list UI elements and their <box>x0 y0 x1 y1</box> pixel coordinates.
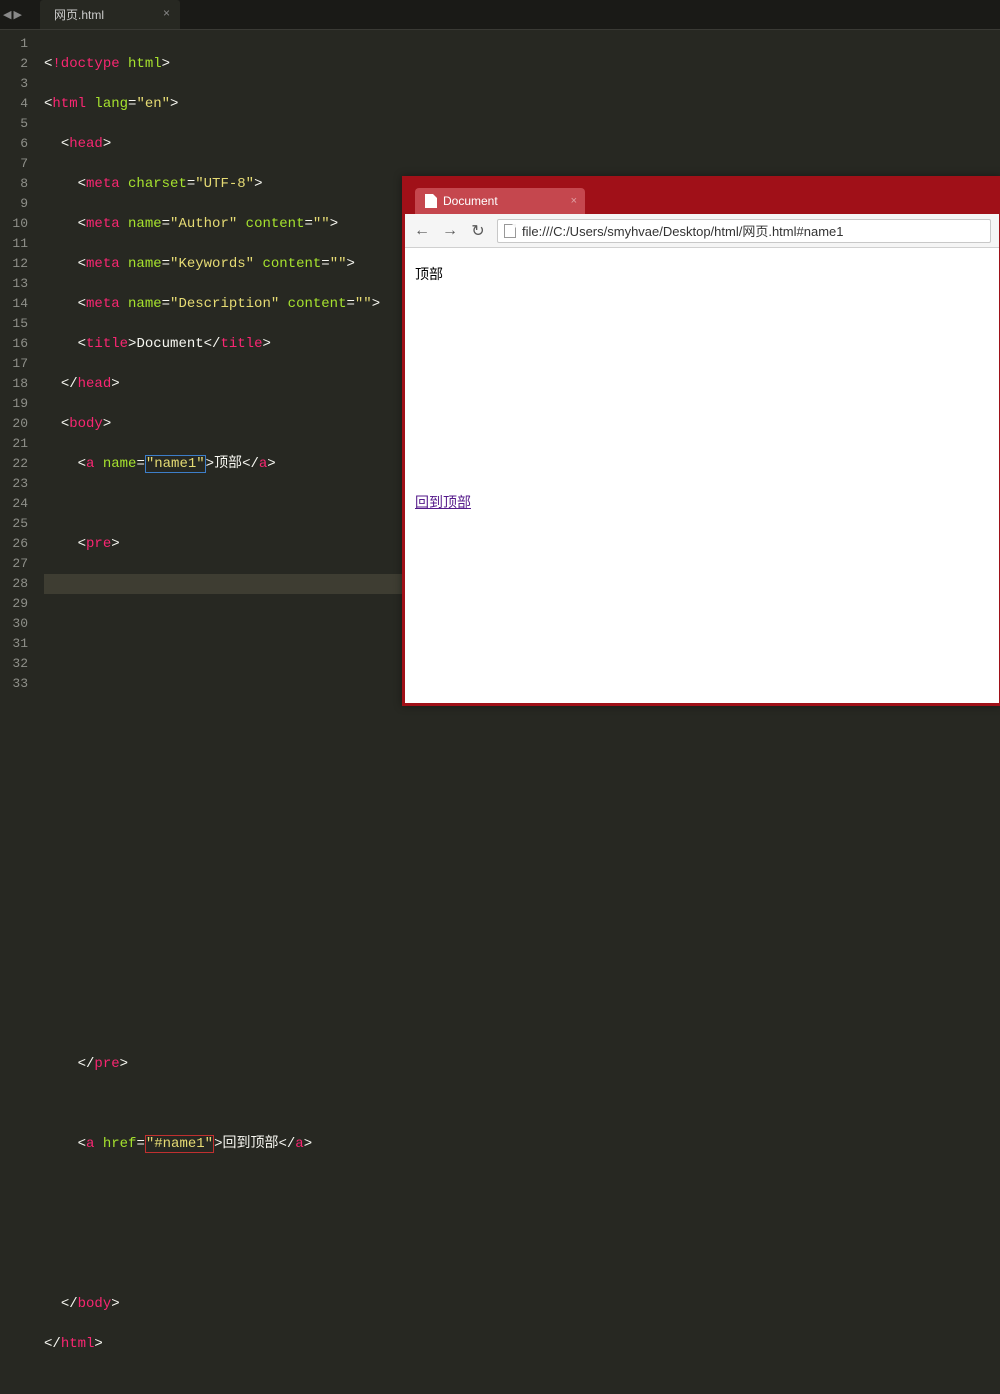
line-number: 17 <box>0 354 28 374</box>
line-number: 16 <box>0 334 28 354</box>
line-number: 8 <box>0 174 28 194</box>
line-number: 6 <box>0 134 28 154</box>
reload-button[interactable]: ↻ <box>469 221 487 241</box>
highlight-name1: "name1" <box>145 455 206 473</box>
editor-nav-arrows: ◀ ▶ <box>3 8 22 22</box>
line-number: 11 <box>0 234 28 254</box>
back-button[interactable]: ← <box>413 222 431 240</box>
back-to-top-link[interactable]: 回到顶部 <box>415 492 989 512</box>
line-number: 23 <box>0 474 28 494</box>
url-bar[interactable]: file:///C:/Users/smyhvae/Desktop/html/网页… <box>497 219 991 243</box>
nav-back-icon[interactable]: ◀ <box>3 8 11 22</box>
browser-tab[interactable]: Document × <box>415 188 585 214</box>
line-number: 30 <box>0 614 28 634</box>
nav-forward-icon[interactable]: ▶ <box>13 8 21 22</box>
line-number: 20 <box>0 414 28 434</box>
browser-toolbar: ← → ↻ file:///C:/Users/smyhvae/Desktop/h… <box>405 214 999 248</box>
line-number: 4 <box>0 94 28 114</box>
editor-tab-title: 网页.html <box>54 8 104 22</box>
line-number: 2 <box>0 54 28 74</box>
line-number: 27 <box>0 554 28 574</box>
line-number: 22 <box>0 454 28 474</box>
editor-tab[interactable]: 网页.html × <box>40 0 180 29</box>
line-number: 31 <box>0 634 28 654</box>
line-number: 18 <box>0 374 28 394</box>
line-number: 1 <box>0 34 28 54</box>
line-number: 15 <box>0 314 28 334</box>
browser-window: Document × ← → ↻ file:///C:/Users/smyhva… <box>402 176 1000 706</box>
url-text: file:///C:/Users/smyhvae/Desktop/html/网页… <box>522 221 844 240</box>
line-number: 33 <box>0 674 28 694</box>
page-icon <box>504 224 516 238</box>
close-icon[interactable]: × <box>571 195 577 207</box>
active-line <box>44 574 404 594</box>
line-number: 19 <box>0 394 28 414</box>
browser-tab-title: Document <box>443 194 498 208</box>
line-number: 14 <box>0 294 28 314</box>
line-number: 5 <box>0 114 28 134</box>
line-number: 24 <box>0 494 28 514</box>
line-number: 32 <box>0 654 28 674</box>
browser-titlebar: Document × <box>405 176 999 214</box>
line-number: 21 <box>0 434 28 454</box>
page-top-text: 顶部 <box>415 264 989 284</box>
line-number: 29 <box>0 594 28 614</box>
close-icon[interactable]: × <box>163 6 170 20</box>
browser-viewport: 顶部 回到顶部 <box>405 248 999 703</box>
line-number: 28 <box>0 574 28 594</box>
line-number: 3 <box>0 74 28 94</box>
line-number: 10 <box>0 214 28 234</box>
line-number: 9 <box>0 194 28 214</box>
highlight-hash-name1: "#name1" <box>145 1135 214 1153</box>
line-number-gutter: 1234567891011121314151617181920212223242… <box>0 30 40 705</box>
line-number: 12 <box>0 254 28 274</box>
line-number: 7 <box>0 154 28 174</box>
editor-tab-bar: 网页.html × <box>0 0 1000 30</box>
forward-button[interactable]: → <box>441 222 459 240</box>
document-icon <box>425 194 437 208</box>
line-number: 25 <box>0 514 28 534</box>
line-number: 26 <box>0 534 28 554</box>
line-number: 13 <box>0 274 28 294</box>
